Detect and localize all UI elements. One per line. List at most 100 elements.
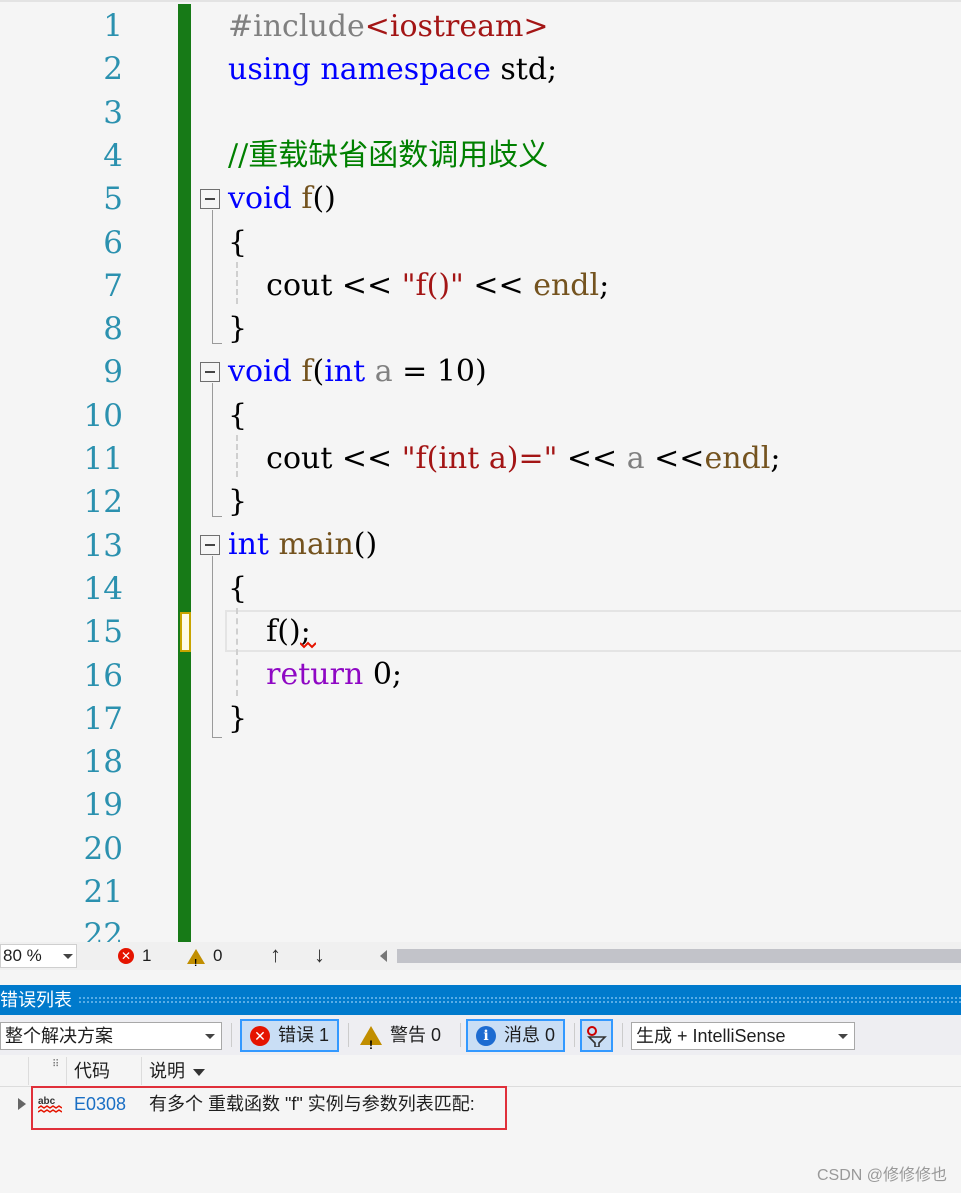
parameter: a [626,441,645,476]
line-number: 13 [83,527,123,564]
code-line-13[interactable]: int main() [228,523,377,566]
outline-bracket [212,383,222,517]
change-tracking-bar [178,4,191,942]
messages-filter-label: 消息 0 [504,1025,556,1045]
error-list-toolbar: 整个解决方案 ✕ 错误 1 ! 警告 0 i 消息 0 生成 + IntelliSen… [0,1015,961,1055]
column-header-code[interactable]: 代码 [74,1055,110,1087]
warning-icon: ! [360,1026,382,1052]
outline-bracket [212,556,222,738]
code-text: 0; [363,657,403,692]
line-number: 10 [83,397,123,434]
column-chooser-icon[interactable]: ⠿ [52,1055,59,1087]
editor-status-bar: 80 % ✕ 1 ! 0 ↑ ↓ [0,942,961,970]
warning-count-value: 0 [213,946,223,965]
code-line-10[interactable]: { [228,394,247,437]
code-text: } [228,701,248,736]
errors-filter-button[interactable]: ✕ 错误 1 [240,1019,340,1052]
toolbar-separator [348,1023,349,1047]
line-number: 15 [83,614,123,651]
errors-filter-label: 错误 1 [278,1025,330,1045]
chevron-down-icon [205,1034,215,1039]
messages-filter-button[interactable]: i 消息 0 [466,1019,566,1052]
code-text: << [644,441,705,476]
function-name: endl [533,268,600,303]
keyword: return [266,657,364,692]
next-issue-arrow-icon[interactable]: ↓ [314,942,325,968]
warning-icon: ! [187,948,205,969]
keyword: int [228,527,269,562]
filter-button[interactable] [580,1019,613,1052]
toolbar-separator [574,1023,575,1047]
scroll-left-icon[interactable] [380,950,387,962]
warning-count[interactable]: ! 0 [187,944,223,969]
sort-down-icon [193,1068,205,1076]
collapse-icon[interactable] [200,189,220,209]
line-number: 1 [103,8,123,44]
code-text: ; [770,441,781,476]
code-line-8[interactable]: } [228,307,247,350]
code-line-9[interactable]: void f(int a = 10) [228,350,487,393]
error-count[interactable]: ✕ 1 [118,944,151,968]
code-line-5[interactable]: void f() [228,177,336,220]
code-editor[interactable]: 1 2 3 4 5 6 7 8 9 10 11 12 13 14 15 16 17 18 19 20 21 22 #inc… [0,0,961,942]
code-line-12[interactable]: } [228,480,247,523]
zoom-dropdown[interactable]: 80 % [0,944,77,968]
warnings-filter-button[interactable]: ! 警告 0 [352,1019,449,1052]
line-number: 6 [103,224,123,261]
column-separator [141,1057,142,1085]
code-line-6[interactable]: { [228,221,247,264]
build-source-dropdown[interactable]: 生成 + IntelliSense [631,1022,855,1050]
keyword: void [228,181,292,216]
code-text: = 10) [392,354,487,389]
code-line-7[interactable]: cout << "f()" << endl; [228,264,609,307]
code-line-14[interactable]: { [228,567,247,610]
line-number: 9 [103,354,123,391]
line-number: 7 [103,267,123,304]
code-line-16[interactable]: return 0; [228,653,402,696]
code-text: { [228,571,248,606]
error-list-title-bar[interactable]: 错误列表 [0,985,961,1015]
toolbar-separator [622,1023,623,1047]
code-line-4[interactable]: //重载缺省函数调用歧义 [228,134,548,177]
code-text: cout << [228,268,402,303]
line-number: 19 [83,787,123,824]
expand-icon[interactable] [18,1098,26,1110]
description-label: 说明 [149,1061,185,1081]
line-number: 16 [83,657,123,694]
previous-issue-arrow-icon[interactable]: ↑ [270,942,281,968]
code-line-15[interactable]: f(); [228,610,311,653]
code-text: std; [490,52,558,87]
keyword: void [228,354,292,389]
error-squiggle[interactable] [300,641,316,649]
line-number: 12 [83,484,123,521]
code-line-2[interactable]: using namespace std; [228,48,557,91]
horizontal-scrollbar[interactable] [397,949,961,963]
code-line-17[interactable]: } [228,697,247,740]
scope-value: 整个解决方案 [5,1026,113,1046]
parameter: a [374,354,393,389]
collapse-icon[interactable] [200,362,220,382]
scope-dropdown[interactable]: 整个解决方案 [0,1022,222,1050]
code-text: ; [599,268,610,303]
build-source-value: 生成 + IntelliSense [636,1026,786,1046]
collapse-icon[interactable] [200,535,220,555]
watermark: CSDN @修修修也 [816,1167,947,1184]
error-icon: ✕ [118,948,134,964]
line-number: 11 [83,441,123,477]
code-line-1[interactable]: #include<iostream> [228,5,549,48]
code-line-11[interactable]: cout << "f(int a)=" << a <<endl; [228,437,780,480]
line-number: 18 [83,744,123,781]
column-header-description[interactable]: 说明 [149,1055,205,1087]
error-list-header: ⠿ 代码 说明 [0,1055,961,1087]
comment: //重载缺省函数调用歧义 [228,138,549,173]
error-count-value: 1 [142,946,152,965]
line-number: 4 [103,137,123,174]
error-icon: ✕ [250,1025,270,1046]
function-name: f [266,614,278,649]
code-text: () [312,181,336,216]
line-number: 14 [83,570,123,607]
title-grip [78,996,961,1004]
keyword: using [228,52,311,87]
keyword: int [324,354,366,389]
line-number: 21 [83,874,123,910]
